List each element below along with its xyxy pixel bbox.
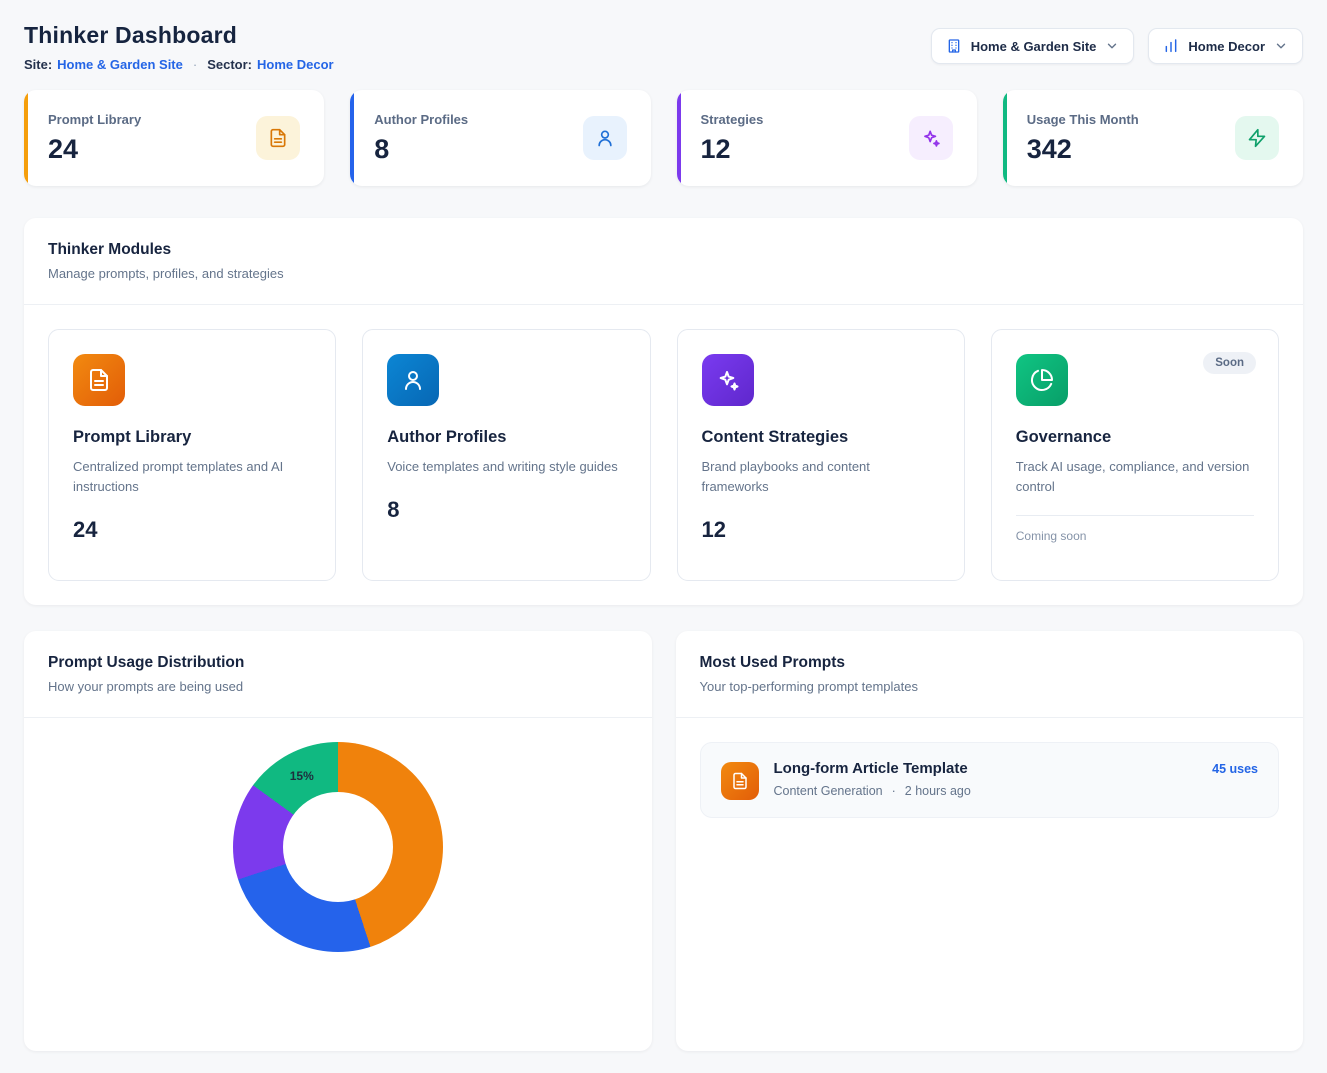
stat-value: 24 (48, 134, 141, 165)
stat-label: Prompt Library (48, 112, 141, 127)
separator-dot: · (193, 57, 197, 72)
prompt-usage-panel: Prompt Usage Distribution How your promp… (24, 631, 652, 1051)
user-icon (387, 354, 439, 406)
usage-subtitle: How your prompts are being used (48, 679, 628, 694)
module-card-prompt-library[interactable]: Prompt Library Centralized prompt templa… (48, 329, 336, 581)
module-count: 12 (702, 517, 726, 543)
prompt-item-uses: 45 uses (1212, 762, 1258, 776)
sector-link[interactable]: Home Decor (257, 57, 334, 72)
page-title: Thinker Dashboard (24, 22, 334, 49)
stat-card-author-profiles: Author Profiles 8 (350, 90, 650, 186)
header-left: Thinker Dashboard Site: Home & Garden Si… (24, 22, 334, 72)
file-text-icon (73, 354, 125, 406)
stat-text: Prompt Library 24 (48, 112, 141, 165)
stats-row: Prompt Library 24 Author Profiles 8 Stra… (24, 90, 1303, 186)
prompts-subtitle: Your top-performing prompt templates (700, 679, 1280, 694)
module-title: Prompt Library (73, 428, 191, 447)
stat-label: Usage This Month (1027, 112, 1139, 127)
breadcrumb: Site: Home & Garden Site · Sector: Home … (24, 57, 334, 72)
bar-chart-icon (1163, 38, 1179, 54)
modules-panel-header: Thinker Modules Manage prompts, profiles… (24, 218, 1303, 305)
modules-title: Thinker Modules (48, 241, 1279, 259)
site-selector-dropdown[interactable]: Home & Garden Site (931, 28, 1135, 64)
stat-value: 342 (1027, 134, 1139, 165)
prompt-item-title: Long-form Article Template (774, 760, 1198, 777)
module-description: Voice templates and writing style guides (387, 457, 618, 477)
file-text-icon (721, 762, 759, 800)
header-selectors: Home & Garden Site Home Decor (931, 28, 1303, 64)
modules-grid: Prompt Library Centralized prompt templa… (24, 305, 1303, 605)
usage-panel-header: Prompt Usage Distribution How your promp… (24, 631, 652, 718)
sector-selector-label: Home Decor (1188, 39, 1265, 54)
prompt-list-item[interactable]: Long-form Article Template Content Gener… (700, 742, 1280, 818)
zap-icon (1235, 116, 1279, 160)
sparkles-icon (909, 116, 953, 160)
module-card-governance[interactable]: Soon Governance Track AI usage, complian… (991, 329, 1279, 581)
usage-title: Prompt Usage Distribution (48, 654, 628, 672)
thinker-modules-panel: Thinker Modules Manage prompts, profiles… (24, 218, 1303, 605)
prompt-list: Long-form Article Template Content Gener… (676, 718, 1304, 842)
module-title: Author Profiles (387, 428, 506, 447)
building-icon (946, 38, 962, 54)
divider (1016, 515, 1254, 516)
sector-selector-dropdown[interactable]: Home Decor (1148, 28, 1303, 64)
most-used-prompts-panel: Most Used Prompts Your top-performing pr… (676, 631, 1304, 1051)
prompt-item-time: 2 hours ago (905, 784, 971, 798)
prompt-item-category: Content Generation (774, 784, 883, 798)
chevron-down-icon (1105, 39, 1119, 53)
dashboard-page: Thinker Dashboard Site: Home & Garden Si… (0, 0, 1327, 1073)
pie-chart-icon (1016, 354, 1068, 406)
donut-chart: 15% (233, 742, 443, 952)
stat-text: Author Profiles 8 (374, 112, 468, 165)
file-text-icon (256, 116, 300, 160)
stat-label: Author Profiles (374, 112, 468, 127)
donut-chart-area: 15% (24, 718, 652, 976)
module-card-content-strategies[interactable]: Content Strategies Brand playbooks and c… (677, 329, 965, 581)
module-title: Content Strategies (702, 428, 849, 447)
modules-subtitle: Manage prompts, profiles, and strategies (48, 266, 1279, 281)
module-title: Governance (1016, 428, 1111, 447)
stat-text: Strategies 12 (701, 112, 764, 165)
prompt-item-text: Long-form Article Template Content Gener… (774, 760, 1198, 798)
soon-badge: Soon (1203, 352, 1256, 374)
sector-label: Sector: (207, 57, 252, 72)
module-description: Track AI usage, compliance, and version … (1016, 457, 1254, 497)
prompt-item-meta: Content Generation · 2 hours ago (774, 784, 1198, 798)
prompts-panel-header: Most Used Prompts Your top-performing pr… (676, 631, 1304, 718)
site-link[interactable]: Home & Garden Site (57, 57, 183, 72)
stat-card-strategies: Strategies 12 (677, 90, 977, 186)
module-description: Brand playbooks and content frameworks (702, 457, 940, 497)
stat-label: Strategies (701, 112, 764, 127)
page-header: Thinker Dashboard Site: Home & Garden Si… (24, 22, 1303, 72)
site-selector-label: Home & Garden Site (971, 39, 1097, 54)
user-icon (583, 116, 627, 160)
module-description: Centralized prompt templates and AI inst… (73, 457, 311, 497)
bottom-row: Prompt Usage Distribution How your promp… (24, 631, 1303, 1051)
sparkles-icon (702, 354, 754, 406)
chevron-down-icon (1274, 39, 1288, 53)
module-card-author-profiles[interactable]: Author Profiles Voice templates and writ… (362, 329, 650, 581)
prompts-title: Most Used Prompts (700, 654, 1280, 672)
module-count: 8 (387, 497, 399, 523)
stat-value: 8 (374, 134, 468, 165)
donut-segment-label: 15% (290, 769, 314, 783)
site-label: Site: (24, 57, 52, 72)
stat-text: Usage This Month 342 (1027, 112, 1139, 165)
stat-card-usage: Usage This Month 342 (1003, 90, 1303, 186)
stat-value: 12 (701, 134, 764, 165)
module-count: 24 (73, 517, 97, 543)
separator-dot: · (892, 784, 896, 798)
stat-card-prompt-library: Prompt Library 24 (24, 90, 324, 186)
coming-soon-text: Coming soon (1016, 529, 1087, 543)
